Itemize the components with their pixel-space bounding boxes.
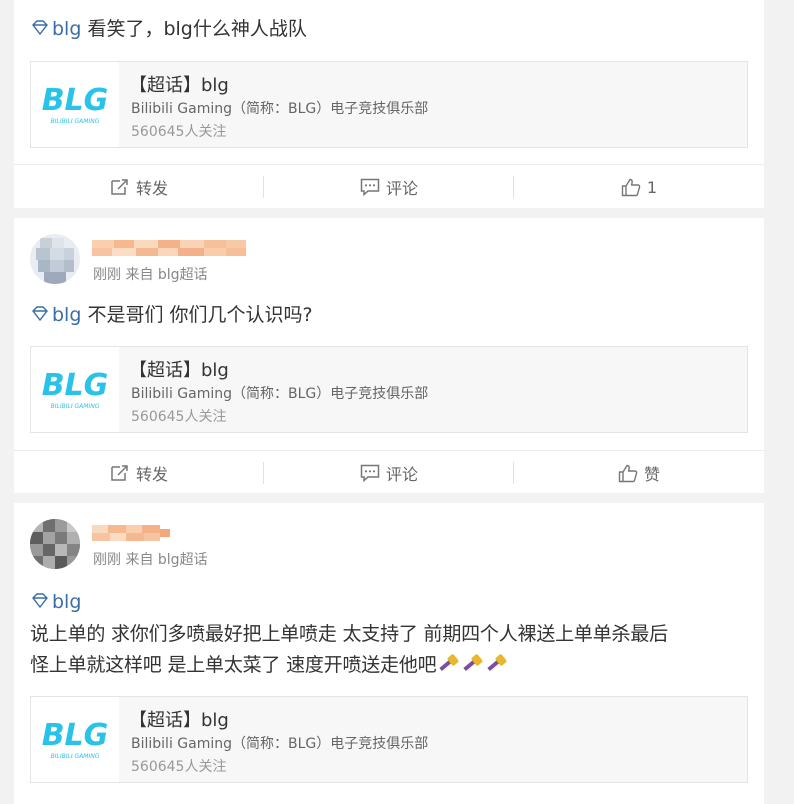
like-count: 1 xyxy=(646,177,658,197)
like-icon xyxy=(621,178,641,196)
post-text-line-1: 说上单的 求你们多喷最好把上单喷走 太支持了 前期四个人裸送上单单杀最后 xyxy=(30,623,668,645)
post-topic-line: blg xyxy=(30,587,744,618)
post-meta: 刚刚 来自 blg超话 xyxy=(93,552,208,568)
post-body: 说上单的 求你们多喷最好把上单喷走 太支持了 前期四个人裸送上单单杀最后 怪上单… xyxy=(30,619,744,681)
card-desc: Bilibili Gaming（简称：BLG）电子竞技俱乐部 xyxy=(131,736,429,752)
logo-subtext: BILIBILI GAMING xyxy=(51,403,100,410)
action-bar: 转发 评论 1 xyxy=(14,164,764,209)
username-blurred[interactable] xyxy=(92,238,247,258)
card-follow-count: 560645人关注 xyxy=(131,124,227,140)
repost-label: 转发 xyxy=(135,179,168,198)
card-follow-count: 560645人关注 xyxy=(131,759,227,775)
card-desc: Bilibili Gaming（简称：BLG）电子竞技俱乐部 xyxy=(131,101,429,117)
card-desc: Bilibili Gaming（简称：BLG）电子竞技俱乐部 xyxy=(131,386,429,402)
supertopic-card[interactable]: BLG BILIBILI GAMING 【超话】blg Bilibili Gam… xyxy=(30,61,748,148)
logo-text: BLG xyxy=(42,718,109,753)
comment-label: 评论 xyxy=(385,179,418,198)
diamond-icon xyxy=(32,593,48,609)
post-meta: 刚刚 来自 blg超话 xyxy=(93,267,208,283)
repost-label: 转发 xyxy=(135,465,168,484)
avatar[interactable] xyxy=(30,234,80,284)
comment-button[interactable]: 评论 xyxy=(264,165,514,209)
comment-label: 评论 xyxy=(385,465,418,484)
supertopic-card[interactable]: BLG BILIBILI GAMING 【超话】blg Bilibili Gam… xyxy=(30,346,748,433)
post-text: 看笑了，blg什么神人战队 xyxy=(87,18,307,40)
topic-tag[interactable]: blg xyxy=(52,591,81,613)
post-body: blg 看笑了，blg什么神人战队 xyxy=(30,14,744,45)
logo-text: BLG xyxy=(42,368,109,403)
post-card: 刚刚 来自 blg超话 blg 不是哥们 你们几个认识吗? BLG BILIBI… xyxy=(14,218,764,493)
card-follow-count: 560645人关注 xyxy=(131,409,227,425)
action-bar: 转发 评论 赞 xyxy=(14,450,764,495)
card-title: 【超话】blg xyxy=(129,710,229,731)
diamond-icon xyxy=(32,306,48,322)
blg-logo: BLG BILIBILI GAMING xyxy=(31,62,119,147)
topic-tag[interactable]: blg xyxy=(52,18,81,40)
repost-icon xyxy=(111,465,128,481)
repost-icon xyxy=(111,179,128,195)
post-text: 不是哥们 你们几个认识吗? xyxy=(87,304,313,326)
blg-logo: BLG BILIBILI GAMING xyxy=(31,697,119,782)
blg-logo: BLG BILIBILI GAMING xyxy=(31,347,119,432)
post-body: blg 不是哥们 你们几个认识吗? xyxy=(30,300,744,331)
post-card: blg 看笑了，blg什么神人战队 BLG BILIBILI GAMING 【超… xyxy=(14,0,764,208)
repost-button[interactable]: 转发 xyxy=(14,165,264,209)
post-card: 刚刚 来自 blg超话 blg 说上单的 求你们多喷最好把上单喷走 太支持了 前… xyxy=(14,503,764,804)
logo-text: BLG xyxy=(42,83,109,118)
post-text-line-2-wrap: 怪上单就这样吧 是上单太菜了 速度开喷送走他吧 xyxy=(30,650,744,681)
like-button[interactable]: 赞 xyxy=(514,451,764,495)
supertopic-card[interactable]: BLG BILIBILI GAMING 【超话】blg Bilibili Gam… xyxy=(30,696,748,783)
like-button[interactable]: 1 xyxy=(514,165,764,209)
username-blurred[interactable] xyxy=(92,523,172,543)
card-title: 【超话】blg xyxy=(129,75,229,96)
post-text-line-2: 怪上单就这样吧 是上单太菜了 速度开喷送走他吧 xyxy=(30,654,437,676)
comment-button[interactable]: 评论 xyxy=(264,451,514,495)
hammer-emoji-icon xyxy=(439,654,507,672)
logo-subtext: BILIBILI GAMING xyxy=(51,118,100,125)
topic-tag[interactable]: blg xyxy=(52,304,81,326)
like-icon xyxy=(618,464,638,482)
repost-button[interactable]: 转发 xyxy=(14,451,264,495)
diamond-icon xyxy=(32,20,48,36)
like-label: 赞 xyxy=(643,465,660,484)
card-title: 【超话】blg xyxy=(129,360,229,381)
logo-subtext: BILIBILI GAMING xyxy=(51,753,100,760)
avatar[interactable] xyxy=(30,519,80,569)
comment-icon xyxy=(360,178,380,196)
comment-icon xyxy=(360,464,380,482)
